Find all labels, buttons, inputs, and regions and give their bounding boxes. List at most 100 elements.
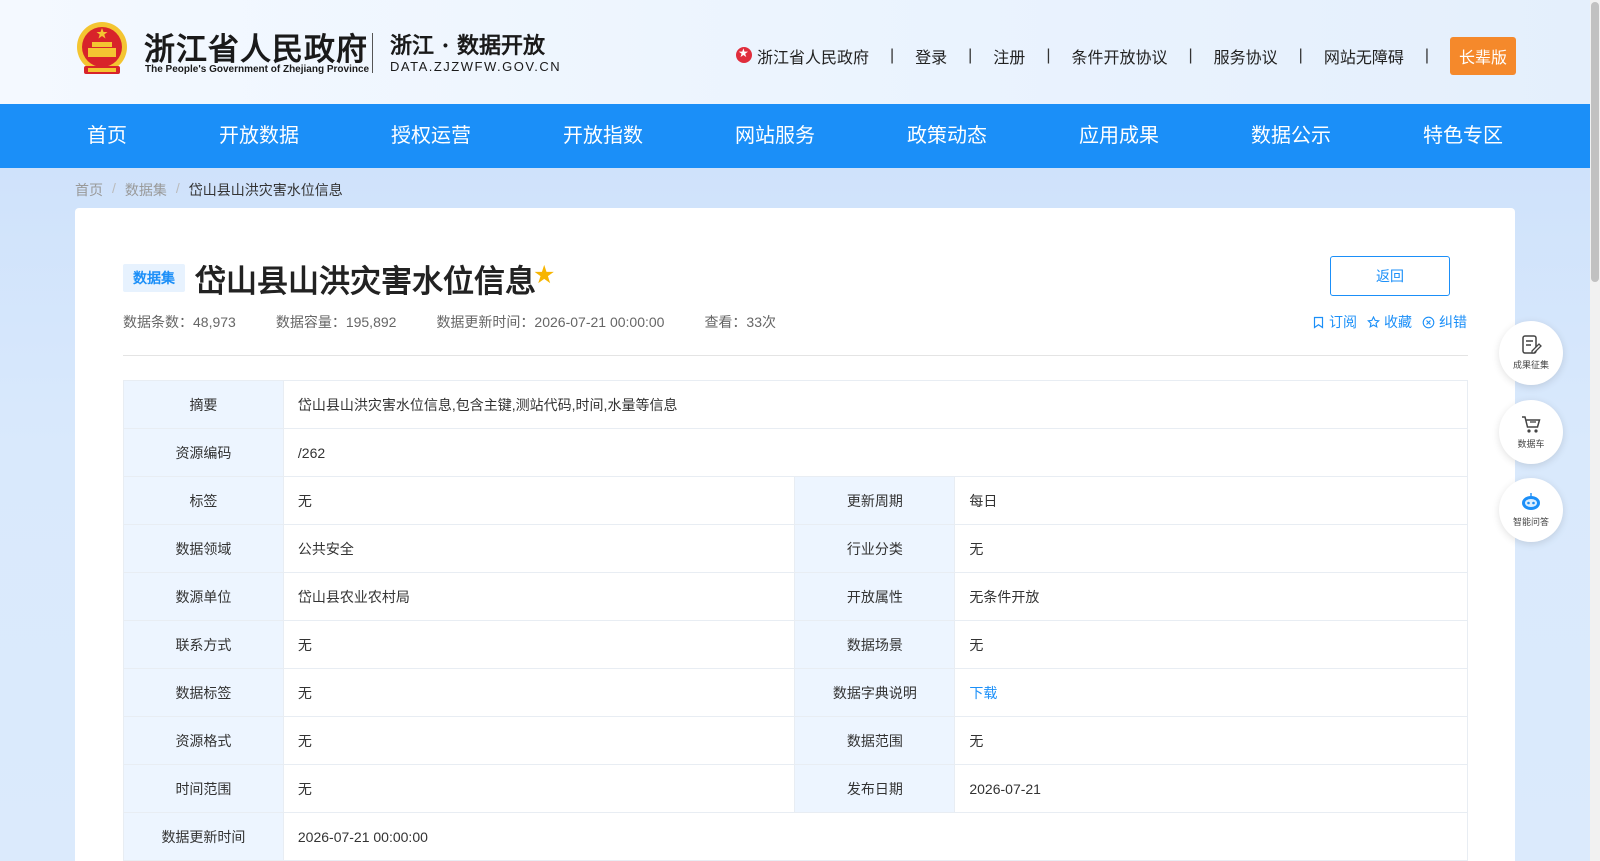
link-gov-portal[interactable]: 浙江省人民政府 — [757, 44, 869, 68]
update-time: 数据更新时间：2026-07-21 00:00:00 — [436, 314, 665, 330]
separator: | — [968, 47, 973, 64]
dataset-meta: 数据条数：48,973 数据容量：195,892 数据更新时间：2026-07-… — [123, 312, 816, 332]
cell-label: 联系方式 — [123, 620, 284, 669]
smart-qa-button[interactable]: 智能问答 — [1499, 478, 1563, 542]
nav-item-open-data[interactable]: 开放数据 — [219, 104, 299, 168]
cell-label: 数据领域 — [123, 524, 284, 573]
cell-label: 摘要 — [123, 380, 284, 429]
cell-value: 无 — [954, 524, 1468, 573]
gov-title[interactable]: 浙江省人民政府 — [144, 24, 368, 69]
cell-label: 发布日期 — [794, 764, 956, 813]
nav-item-policy-news[interactable]: 政策动态 — [907, 104, 987, 168]
nav-item-open-index[interactable]: 开放指数 — [563, 104, 643, 168]
nav-item-special-zone[interactable]: 特色专区 — [1423, 104, 1503, 168]
scrollbar-thumb[interactable] — [1591, 2, 1599, 282]
dataset-card: 数据集 岱山县山洪灾害水位信息 ★ 返回 数据条数：48,973 数据容量：19… — [75, 208, 1515, 861]
breadcrumb-current: 岱山县山洪灾害水位信息 — [188, 182, 343, 198]
cell-label: 行业分类 — [794, 524, 956, 573]
nav-item-app-results[interactable]: 应用成果 — [1079, 104, 1159, 168]
data-capacity: 数据容量：195,892 — [275, 314, 397, 330]
table-row: 资源格式 无 数据范围 无 — [123, 716, 1468, 765]
site-name[interactable]: 浙江 · 数据开放 — [390, 28, 545, 60]
link-accessibility[interactable]: 网站无障碍 — [1324, 44, 1404, 68]
cell-value: 无 — [282, 764, 796, 813]
cell-value: 无条件开放 — [954, 572, 1468, 621]
table-row: 摘要 岱山县山洪灾害水位信息,包含主键,测站代码,时间,水量等信息 — [123, 380, 1469, 429]
separator: | — [1046, 47, 1051, 64]
cell-value: 2026-07-21 00:00:00 — [282, 812, 1469, 861]
star-outline-icon — [1367, 315, 1380, 328]
breadcrumb-separator: / — [112, 180, 116, 196]
table-row: 数源单位 岱山县农业农村局 开放属性 无条件开放 — [123, 572, 1468, 621]
location-pin-icon — [735, 46, 752, 63]
favorite-label: 收藏 — [1384, 314, 1412, 330]
table-row: 标签 无 更新周期 每日 — [123, 476, 1468, 525]
breadcrumb-separator: / — [175, 180, 180, 196]
link-service-agreement[interactable]: 服务协议 — [1214, 44, 1278, 68]
elder-mode-button[interactable]: 长辈版 — [1449, 37, 1516, 75]
main-nav: 首页 开放数据 授权运营 开放指数 网站服务 政策动态 应用成果 数据公示 特色… — [0, 104, 1590, 168]
link-conditional-agreement[interactable]: 条件开放协议 — [1071, 44, 1167, 68]
divider — [123, 355, 1468, 356]
dataset-actions: 订阅 收藏 纠错 — [1312, 312, 1467, 332]
cell-label: 开放属性 — [794, 572, 956, 621]
results-collection-button[interactable]: 成果征集 — [1499, 321, 1563, 385]
back-button[interactable]: 返回 — [1330, 256, 1450, 296]
data-cart-button[interactable]: 数据车 — [1499, 400, 1563, 464]
nav-item-data-disclosure[interactable]: 数据公示 — [1251, 104, 1331, 168]
table-row: 资源编码 /262 — [123, 428, 1469, 477]
table-row: 联系方式 无 数据场景 无 — [123, 620, 1468, 669]
separator: | — [889, 47, 895, 64]
cell-label: 数据更新时间 — [123, 812, 284, 861]
top-header: 浙江省人民政府 The People's Government of Zheji… — [0, 0, 1600, 104]
cell-label: 数源单位 — [123, 572, 284, 621]
page-title: 岱山县山洪灾害水位信息 — [195, 264, 536, 299]
cell-value: 2026-07-21 — [954, 764, 1468, 813]
site-domain: DATA.ZJZWFW.GOV.CN — [390, 59, 562, 74]
results-collection-label: 成果征集 — [1512, 360, 1549, 370]
report-error-button[interactable]: 纠错 — [1422, 312, 1467, 332]
favorite-button[interactable]: 收藏 — [1367, 312, 1412, 332]
cell-value: 无 — [282, 476, 796, 525]
robot-icon — [1522, 493, 1540, 510]
cell-label: 时间范围 — [123, 764, 284, 813]
nav-item-home[interactable]: 首页 — [87, 104, 127, 168]
cell-label: 标签 — [123, 476, 284, 525]
view-count: 查看：33次 — [704, 314, 777, 330]
dataset-type-badge: 数据集 — [123, 264, 185, 292]
separator: | — [1424, 47, 1429, 64]
separator: | — [1188, 47, 1193, 64]
cell-value: 下载 — [954, 668, 1468, 717]
gov-subtitle: The People's Government of Zhejiang Prov… — [145, 64, 370, 75]
breadcrumb-home[interactable]: 首页 — [75, 180, 103, 200]
table-row: 数据标签 无 数据字典说明 下载 — [123, 668, 1468, 717]
nav-item-web-services[interactable]: 网站服务 — [735, 104, 815, 168]
star-icon: ★ — [533, 261, 556, 289]
subscribe-button[interactable]: 订阅 — [1312, 312, 1357, 332]
table-row: 时间范围 无 发布日期 2026-07-21 — [123, 764, 1468, 813]
edit-document-icon — [1522, 335, 1542, 354]
table-row: 数据更新时间 2026-07-21 00:00:00 — [123, 812, 1469, 861]
cell-label: 数据范围 — [794, 716, 956, 765]
separator: | — [1298, 47, 1303, 64]
table-row: 数据领域 公共安全 行业分类 无 — [123, 524, 1468, 573]
record-count: 数据条数：48,973 — [123, 314, 236, 330]
breadcrumb-datasets[interactable]: 数据集 — [125, 180, 167, 200]
logo-divider — [372, 33, 373, 73]
close-circle-icon — [1422, 316, 1435, 328]
data-cart-label: 数据车 — [1517, 439, 1545, 449]
cell-label: 资源格式 — [123, 716, 284, 765]
link-login[interactable]: 登录 — [915, 44, 947, 68]
link-register[interactable]: 注册 — [993, 44, 1025, 68]
cell-value: 公共安全 — [282, 524, 796, 573]
cell-value: 无 — [954, 620, 1468, 669]
cell-value: 岱山县山洪灾害水位信息,包含主键,测站代码,时间,水量等信息 — [282, 380, 1469, 429]
smart-qa-label: 智能问答 — [1512, 517, 1549, 527]
nav-item-authorized-ops[interactable]: 授权运营 — [391, 104, 471, 168]
cell-value: 每日 — [954, 476, 1468, 525]
cell-value: 无 — [282, 620, 796, 669]
dataset-info-table: 摘要 岱山县山洪灾害水位信息,包含主键,测站代码,时间,水量等信息 资源编码 /… — [123, 380, 1469, 861]
top-links: 浙江省人民政府 | 登录 | 注册 | 条件开放协议 | 服务协议 | 网站无障… — [735, 37, 1516, 75]
cell-value: 无 — [954, 716, 1468, 765]
dictionary-download-link[interactable]: 下载 — [969, 685, 997, 701]
